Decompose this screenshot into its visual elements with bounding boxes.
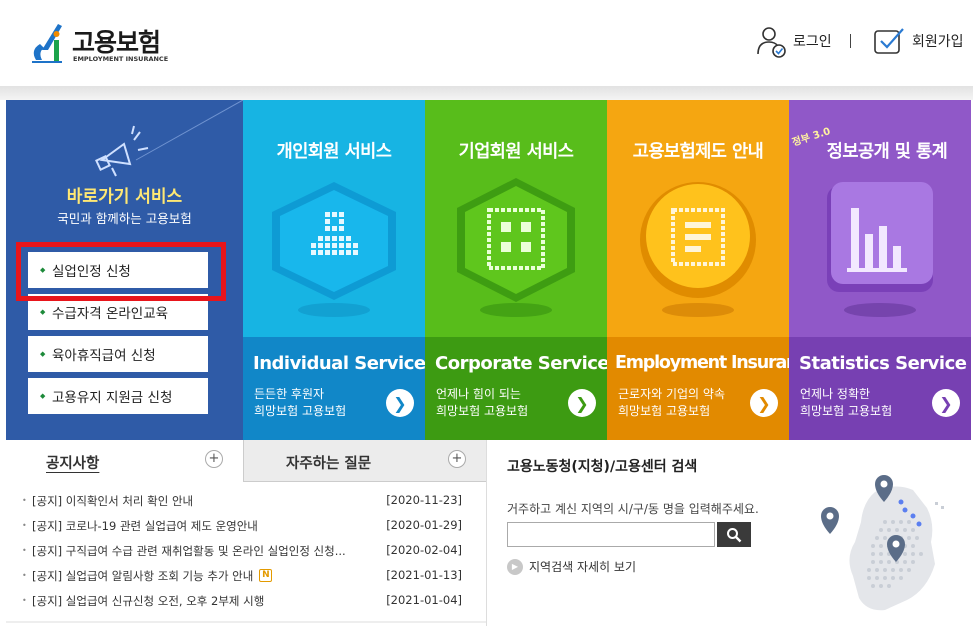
notice-date: [2021-01-13] [386, 568, 462, 582]
tile-employment-insurance[interactable]: 고용보험제도 안내 Employment Insurance 근로자와 기업의 … [607, 100, 789, 440]
chevron-right-icon[interactable]: ❯ [750, 389, 778, 417]
notice-date: [2020-02-04] [386, 543, 462, 557]
tile-statistics-service[interactable]: 정부 3.0 정보공개 및 통계 Statistics Service 언제나 … [789, 100, 971, 440]
tile-english-title: Employment Insurance [615, 353, 789, 373]
center-search-description: 거주하고 계신 지역의 시/구/동 명을 입력해주세요. [507, 502, 759, 516]
notice-item[interactable]: • [공지] 구직급여 수급 관련 재취업활동 및 온라인 실업인정 신청...… [22, 538, 470, 563]
bullet-icon: • [22, 571, 27, 580]
tile-individual-service[interactable]: 개인회원 서비스 Individual Service 든든한 후원자 희망보험… [243, 100, 425, 440]
tile-english-title: Statistics Service [799, 353, 967, 374]
tile-desc-line1: 언제나 힘이 되는 [436, 387, 521, 401]
notice-title: [공지] 이직확인서 처리 확인 안내 [32, 493, 194, 508]
tile-title: 개인회원 서비스 [276, 142, 392, 162]
tile-bottom: Corporate Service 언제나 힘이 되는 희망보험 고용보험 ❯ [425, 337, 607, 440]
tile-bottom: Employment Insurance 근로자와 기업의 약속 희망보험 고용… [607, 337, 789, 440]
bullet-icon: • [22, 546, 27, 555]
logo-subtitle: EMPLOYMENT INSURANCE [73, 55, 169, 63]
notice-item[interactable]: • [공지] 코로나-19 관련 실업급여 제도 운영안내 [2020-01-2… [22, 513, 470, 538]
quick-childcare-leave-button[interactable]: 육아휴직급여 신청 [28, 336, 208, 372]
tile-desc-line2: 희망보험 고용보험 [800, 404, 893, 418]
bottom-line [6, 621, 486, 623]
new-badge-icon: N [259, 569, 273, 582]
faq-more-plus-icon[interactable]: + [448, 450, 466, 468]
building-icon [457, 178, 575, 317]
join-label: 회원가입 [912, 34, 964, 50]
notice-item[interactable]: • [공지] 이직확인서 처리 확인 안내 [2020-11-23] [22, 488, 470, 513]
logo-mark-icon [32, 24, 62, 63]
user-lock-icon [757, 27, 786, 58]
play-circle-icon: ▶ [507, 558, 523, 575]
tile-title: 정보공개 및 통계 [826, 142, 948, 162]
notice-title: [공지] 실업급여 알림사항 조회 기능 추가 안내 [32, 568, 254, 583]
header-shadow [0, 86, 973, 100]
tile-desc-line1: 근로자와 기업의 약속 [618, 387, 725, 401]
join-link[interactable]: 회원가입 [872, 24, 964, 58]
quick-service-subtitle: 국민과 함께하는 고용보험 [57, 211, 192, 226]
tab-faq[interactable]: 자주하는 질문 + [243, 440, 486, 482]
korea-map-icon [821, 475, 944, 611]
site-logo[interactable]: 고용보험 EMPLOYMENT INSURANCE [28, 20, 168, 68]
header-divider [850, 34, 851, 48]
tile-desc-line1: 언제나 정확한 [800, 387, 871, 401]
tab-notice[interactable]: 공지사항 + [6, 440, 243, 482]
tile-desc-line2: 희망보험 고용보험 [436, 404, 529, 418]
tab-faq-label: 자주하는 질문 [286, 456, 372, 472]
center-search-title: 고용노동청(지청)/고용센터 검색 [507, 459, 698, 475]
search-button[interactable] [717, 522, 751, 547]
notice-item[interactable]: • [공지] 실업급여 알림사항 조회 기능 추가 안내 N [2021-01-… [22, 563, 470, 588]
notice-item[interactable]: • [공지] 실업급여 신규신청 오전, 오후 2부제 시행 [2021-01-… [22, 588, 470, 613]
tab-notice-label: 공지사항 [46, 456, 100, 472]
tile-title: 고용보험제도 안내 [632, 142, 764, 162]
region-search-input[interactable] [507, 522, 715, 547]
megaphone-icon [95, 125, 149, 177]
search-icon [727, 527, 742, 542]
region-search-detail-link[interactable]: ▶ 지역검색 자세히 보기 [507, 558, 636, 575]
quick-employment-retention-button[interactable]: 고용유지 지원금 신청 [28, 378, 208, 414]
login-link[interactable]: 로그인 [755, 24, 832, 58]
chevron-right-icon[interactable]: ❯ [932, 389, 960, 417]
logo-text: 고용보험 [72, 28, 161, 57]
quick-service-title: 바로가기 서비스 [66, 187, 183, 207]
notice-list: • [공지] 이직확인서 처리 확인 안내 [2020-11-23] • [공지… [22, 488, 470, 613]
tile-bottom: Statistics Service 언제나 정확한 희망보험 고용보험 ❯ [789, 337, 971, 440]
bullet-icon: • [22, 521, 27, 530]
tile-desc-line2: 희망보험 고용보험 [254, 404, 347, 418]
bar-chart-icon [827, 182, 933, 317]
tile-corporate-service[interactable]: 기업회원 서비스 Corporate Service 언제나 힘이 되는 희망보… [425, 100, 607, 440]
tile-english-title: Individual Service [253, 353, 425, 374]
notice-more-plus-icon[interactable]: + [205, 450, 223, 468]
login-label: 로그인 [793, 34, 832, 50]
highlight-box [16, 242, 226, 301]
tile-title: 기업회원 서비스 [458, 142, 574, 162]
notice-date: [2021-01-04] [386, 593, 462, 607]
chevron-right-icon[interactable]: ❯ [568, 389, 596, 417]
site-header: 고용보험 EMPLOYMENT INSURANCE 로그인 회원가입 [0, 0, 973, 86]
tile-english-title: Corporate Service [435, 353, 607, 374]
signup-check-icon [874, 28, 904, 54]
tile-desc-line2: 희망보험 고용보험 [618, 404, 711, 418]
bullet-icon: • [22, 596, 27, 605]
region-search-detail-label: 지역검색 자세히 보기 [529, 560, 636, 574]
notice-date: [2020-01-29] [386, 518, 462, 532]
tile-bottom: Individual Service 든든한 후원자 희망보험 고용보험 ❯ [243, 337, 425, 440]
chevron-right-icon[interactable]: ❯ [386, 389, 414, 417]
notice-title: [공지] 실업급여 신규신청 오전, 오후 2부제 시행 [32, 593, 265, 608]
tile-desc-line1: 든든한 후원자 [254, 387, 325, 401]
bullet-icon: • [22, 496, 27, 505]
notice-title: [공지] 코로나-19 관련 실업급여 제도 운영안내 [32, 518, 258, 533]
notice-title: [공지] 구직급여 수급 관련 재취업활동 및 온라인 실업인정 신청... [32, 543, 346, 558]
info-document-icon [640, 182, 756, 317]
notice-date: [2020-11-23] [386, 493, 462, 507]
individual-person-icon [272, 182, 396, 317]
